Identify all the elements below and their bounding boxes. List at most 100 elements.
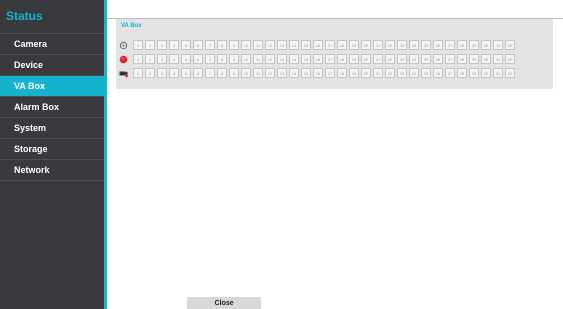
channel-cell: 17 bbox=[325, 68, 335, 78]
channel-cell: 21 bbox=[373, 54, 383, 64]
sidebar-item-system[interactable]: System bbox=[0, 118, 104, 139]
channel-cell: 24 bbox=[409, 68, 419, 78]
channel-cell: 17 bbox=[325, 40, 335, 50]
channel-cell: 6 bbox=[193, 54, 203, 64]
channel-cell: 26 bbox=[433, 40, 443, 50]
channel-cell: 15 bbox=[301, 68, 311, 78]
close-button[interactable]: Close bbox=[187, 297, 261, 309]
channel-cell: 5 bbox=[181, 40, 191, 50]
va-box-panel: VA Box 1 2 3 4 5 6 7 8 9 10 11 12 13 14 15 16 17 18 19 20 21… bbox=[116, 19, 553, 89]
channel-cells: 1 2 3 4 5 6 7 8 9 10 11 12 13 14 15 16 17 18 19 20 21 22 23 24 2… bbox=[133, 68, 517, 78]
channel-cell: 20 bbox=[361, 54, 371, 64]
camera-disconnect-icon bbox=[119, 69, 128, 78]
channel-cell: 1 bbox=[133, 68, 143, 78]
channel-cell: 22 bbox=[385, 40, 395, 50]
channel-cell: 5 bbox=[181, 54, 191, 64]
channel-cell: 1 bbox=[133, 54, 143, 64]
channel-cell: 12 bbox=[265, 40, 275, 50]
sidebar-item-camera[interactable]: Camera bbox=[0, 34, 104, 55]
sidebar-item-storage[interactable]: Storage bbox=[0, 139, 104, 160]
channel-cells: 1 2 3 4 5 6 7 8 9 10 11 12 13 14 15 16 17 18 19 20 21 22 23 24 2… bbox=[133, 54, 517, 64]
channel-cell: 26 bbox=[433, 54, 443, 64]
channel-cell: 7 bbox=[205, 40, 215, 50]
channel-cell: 30 bbox=[481, 68, 491, 78]
channel-cell: 27 bbox=[445, 40, 455, 50]
channel-cell: 31 bbox=[493, 54, 503, 64]
channel-cell: 26 bbox=[433, 68, 443, 78]
channel-cell: 3 bbox=[157, 68, 167, 78]
channel-cell: 2 bbox=[145, 54, 155, 64]
channel-cell: 22 bbox=[385, 54, 395, 64]
motion-detection-icon bbox=[119, 41, 128, 50]
channel-cell: 23 bbox=[397, 54, 407, 64]
channel-cell: 30 bbox=[481, 54, 491, 64]
channel-cell: 11 bbox=[253, 40, 263, 50]
channel-cell: 5 bbox=[181, 68, 191, 78]
channel-cell: 3 bbox=[157, 54, 167, 64]
channel-cell: 9 bbox=[229, 40, 239, 50]
channel-cell: 16 bbox=[313, 40, 323, 50]
channel-cell: 7 bbox=[205, 54, 215, 64]
channel-cell: 30 bbox=[481, 40, 491, 50]
channel-cell: 14 bbox=[289, 40, 299, 50]
channel-cell: 25 bbox=[421, 68, 431, 78]
channel-cell: 32 bbox=[505, 40, 515, 50]
channel-cell: 12 bbox=[265, 68, 275, 78]
sidebar-item-alarm-box[interactable]: Alarm Box bbox=[0, 97, 104, 118]
channel-cell: 2 bbox=[145, 40, 155, 50]
status-row-alarm: 1 2 3 4 5 6 7 8 9 10 11 12 13 14 15 16 17 18 19 20 21 22 23 24 2… bbox=[119, 54, 517, 64]
channel-cell: 3 bbox=[157, 40, 167, 50]
sidebar-item-network[interactable]: Network bbox=[0, 160, 104, 181]
channel-cell: 24 bbox=[409, 54, 419, 64]
channel-cell: 22 bbox=[385, 68, 395, 78]
channel-cell: 4 bbox=[169, 40, 179, 50]
sidebar-item-va-box[interactable]: VA Box bbox=[0, 76, 107, 97]
channel-cell: 28 bbox=[457, 54, 467, 64]
channel-cell: 25 bbox=[421, 54, 431, 64]
channel-cell: 12 bbox=[265, 54, 275, 64]
channel-cell: 21 bbox=[373, 40, 383, 50]
channel-cell: 13 bbox=[277, 68, 287, 78]
channel-cell: 17 bbox=[325, 54, 335, 64]
channel-cell: 15 bbox=[301, 40, 311, 50]
channel-cell: 19 bbox=[349, 40, 359, 50]
channel-cell: 31 bbox=[493, 40, 503, 50]
channel-cell: 16 bbox=[313, 68, 323, 78]
channel-cell: 23 bbox=[397, 68, 407, 78]
channel-cell: 6 bbox=[193, 40, 203, 50]
channel-cell: 29 bbox=[469, 40, 479, 50]
channel-cell: 2 bbox=[145, 68, 155, 78]
channel-cell: 23 bbox=[397, 40, 407, 50]
channel-cell: 11 bbox=[253, 68, 263, 78]
channel-cell: 14 bbox=[289, 54, 299, 64]
status-row-camera: 1 2 3 4 5 6 7 8 9 10 11 12 13 14 15 16 17 18 19 20 21 22 23 24 2… bbox=[119, 68, 517, 78]
channel-cell: 16 bbox=[313, 54, 323, 64]
channel-cell: 32 bbox=[505, 54, 515, 64]
channel-cell: 18 bbox=[337, 54, 347, 64]
channel-cell: 9 bbox=[229, 68, 239, 78]
channel-cell: 10 bbox=[241, 68, 251, 78]
channel-cell: 13 bbox=[277, 40, 287, 50]
channel-cell: 19 bbox=[349, 68, 359, 78]
channel-cell: 7 bbox=[205, 68, 215, 78]
channel-cell: 14 bbox=[289, 68, 299, 78]
channel-cell: 13 bbox=[277, 54, 287, 64]
panel-title: VA Box bbox=[121, 23, 142, 29]
channel-cell: 6 bbox=[193, 68, 203, 78]
sidebar-item-device[interactable]: Device bbox=[0, 55, 104, 76]
channel-cell: 24 bbox=[409, 40, 419, 50]
channel-cell: 4 bbox=[169, 54, 179, 64]
channel-cell: 28 bbox=[457, 40, 467, 50]
status-row-motion: 1 2 3 4 5 6 7 8 9 10 11 12 13 14 15 16 17 18 19 20 21 22 23 24 2… bbox=[119, 40, 517, 50]
channel-cell: 25 bbox=[421, 40, 431, 50]
channel-cell: 8 bbox=[217, 40, 227, 50]
channel-cell: 9 bbox=[229, 54, 239, 64]
channel-cell: 18 bbox=[337, 40, 347, 50]
channel-cell: 32 bbox=[505, 68, 515, 78]
channel-cell: 18 bbox=[337, 68, 347, 78]
channel-cell: 10 bbox=[241, 54, 251, 64]
alarm-red-icon bbox=[119, 55, 128, 64]
channel-cell: 31 bbox=[493, 68, 503, 78]
channel-cell: 19 bbox=[349, 54, 359, 64]
channel-cell: 29 bbox=[469, 68, 479, 78]
